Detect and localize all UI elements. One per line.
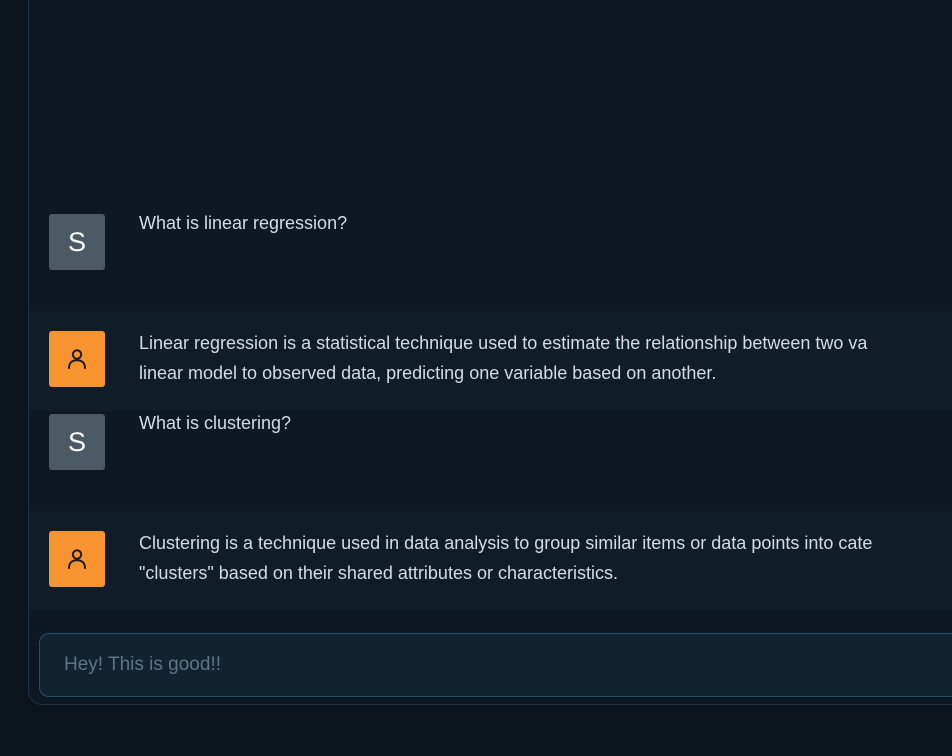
assistant-avatar (49, 331, 105, 387)
message-assistant: Clustering is a technique used in data a… (29, 511, 952, 611)
message-text: What is clustering? (139, 413, 292, 433)
message-list: S What is linear regression? Linear regr… (29, 211, 952, 611)
person-icon (68, 549, 86, 569)
user-avatar: S (49, 214, 105, 270)
user-avatar: S (49, 414, 105, 470)
message-line: linear model to observed data, predictin… (139, 363, 717, 383)
assistant-avatar (49, 531, 105, 587)
person-icon (68, 349, 86, 369)
message-user: S What is clustering? (29, 411, 952, 511)
message-text: Linear regression is a statistical techn… (139, 328, 952, 388)
chat-input-box[interactable] (39, 633, 952, 697)
message-line: "clusters" based on their shared attribu… (139, 563, 618, 583)
message-line: Clustering is a technique used in data a… (139, 533, 873, 553)
message-user: S What is linear regression? (29, 211, 952, 311)
chat-input[interactable] (64, 634, 944, 696)
chat-panel: S What is linear regression? Linear regr… (28, 0, 952, 705)
message-text: Clustering is a technique used in data a… (139, 528, 952, 588)
message-assistant: Linear regression is a statistical techn… (29, 311, 952, 411)
message-text: What is linear regression? (139, 213, 348, 233)
message-line: Linear regression is a statistical techn… (139, 333, 868, 353)
